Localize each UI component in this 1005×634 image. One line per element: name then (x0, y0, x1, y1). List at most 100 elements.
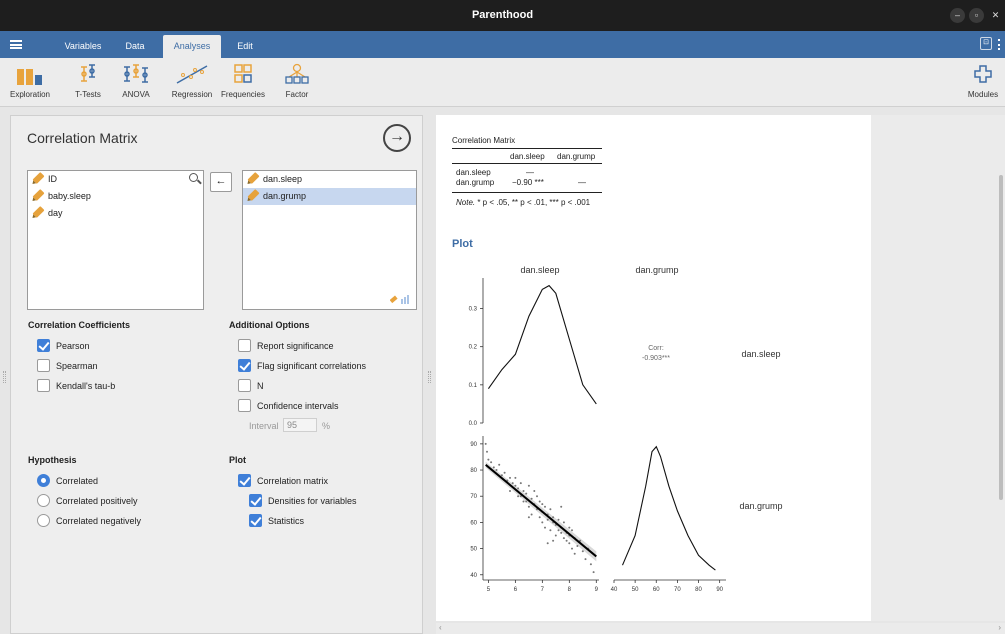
x-tick-label: 50 (632, 587, 639, 593)
results-mode-icon[interactable]: ⊡ (980, 37, 992, 50)
middle-splitter-handle[interactable] (428, 371, 431, 383)
column-label: dan.sleep (520, 265, 559, 275)
additional-options-heading: Additional Options (229, 320, 310, 330)
correlated-radio[interactable]: Correlated (37, 474, 98, 488)
scatter-point (576, 545, 579, 547)
scatter-point (557, 518, 560, 521)
statistics-checkbox[interactable]: Statistics (249, 514, 304, 528)
scatter-point (509, 476, 511, 479)
variable-item[interactable]: dan.sleep (243, 171, 416, 188)
correlated-negatively-radio[interactable]: Correlated negatively (37, 514, 141, 528)
left-splitter-handle[interactable] (3, 371, 6, 383)
selected-variables-list[interactable]: dan.sleep dan.grump (242, 170, 417, 310)
y-tick-label: 0.2 (469, 345, 478, 351)
toolbar-t-tests[interactable]: T-Tests (70, 63, 106, 99)
scatter-point (560, 531, 563, 534)
maximize-icon[interactable]: ▫ (969, 8, 984, 23)
densities-checkbox[interactable]: Densities for variables (249, 494, 357, 508)
table-col-header: dan.grump (557, 152, 596, 161)
scatter-point (530, 513, 533, 516)
toolbar-anova[interactable]: ANOVA (118, 63, 154, 99)
density-curve-dan-sleep (487, 284, 597, 405)
pearson-checkbox[interactable]: Pearson (37, 339, 90, 353)
source-variables-list[interactable]: ID baby.sleep day (27, 170, 204, 310)
flag-significant-checkbox[interactable]: Flag significant correlations (238, 359, 366, 373)
scatter-point (592, 571, 595, 574)
results-panel: Correlation Matrix dan.sleep dan.grump d… (436, 115, 871, 621)
scatter-point (486, 450, 488, 453)
scatter-point (544, 505, 546, 508)
scatter-point (557, 529, 560, 532)
spearman-checkbox[interactable]: Spearman (37, 359, 98, 373)
results-horizontal-scrollbar[interactable]: ‹ › (436, 623, 1005, 634)
toolbar-regression[interactable]: Regression (168, 63, 216, 99)
scale-variable-icon (32, 171, 45, 185)
interval-input[interactable]: 95 (283, 418, 317, 432)
scatter-point (552, 539, 555, 542)
report-significance-checkbox[interactable]: Report significance (238, 339, 334, 353)
scatter-point (484, 442, 487, 445)
scatter-point (490, 461, 493, 464)
table-note: Note. * p < .05, ** p < .01, *** p < .00… (456, 198, 591, 207)
plot-heading: Plot (452, 238, 473, 250)
scatter-point (568, 526, 571, 529)
close-icon[interactable]: ✕ (988, 8, 1003, 23)
scatter-point (503, 471, 506, 474)
scatter-point (536, 495, 538, 498)
scatter-point (560, 505, 563, 508)
toolbar-modules[interactable]: Modules (964, 63, 1002, 99)
confidence-intervals-checkbox[interactable]: Confidence intervals (238, 399, 339, 413)
scatter-point (546, 542, 549, 545)
title-bar: Parenthood – ▫ ✕ (0, 0, 1005, 31)
ribbon-tabs: Variables Data Analyses Edit ⊡ (0, 31, 1005, 58)
scatter-point (517, 495, 520, 498)
scatter-point (554, 534, 557, 537)
x-tick-label: 5 (487, 587, 491, 593)
move-variables-button[interactable]: ← (210, 172, 232, 192)
x-tick-label: 7 (541, 587, 545, 593)
tab-variables[interactable]: Variables (53, 35, 113, 58)
toolbar-factor[interactable]: Factor (280, 63, 314, 99)
window-title: Parenthood (471, 9, 534, 21)
hamburger-menu-icon[interactable] (10, 40, 22, 49)
scatter-point (527, 516, 530, 519)
scatter-point (530, 497, 533, 500)
table-row-label: dan.sleep (456, 168, 491, 177)
factor-icon (284, 63, 310, 85)
scatter-point (541, 503, 544, 506)
scatter-point (562, 521, 565, 524)
correlation-matrix-checkbox[interactable]: Correlation matrix (238, 474, 328, 488)
n-checkbox[interactable]: N (238, 379, 264, 393)
tab-edit[interactable]: Edit (228, 35, 262, 58)
tab-data[interactable]: Data (117, 35, 153, 58)
scatter-point (525, 500, 528, 503)
variable-item[interactable]: baby.sleep (28, 188, 203, 205)
run-analysis-button[interactable]: → (383, 124, 411, 152)
scatter-point (500, 474, 503, 477)
scroll-right-icon[interactable]: › (998, 623, 1001, 632)
hypothesis-heading: Hypothesis (28, 455, 77, 465)
scatter-point (544, 526, 546, 529)
scatter-point (511, 482, 514, 485)
toolbar-exploration[interactable]: Exploration (4, 63, 56, 99)
exploration-icon (15, 63, 45, 85)
variable-item[interactable]: dan.grump (243, 188, 416, 205)
variable-item[interactable]: ID (28, 171, 203, 188)
column-label: dan.grump (635, 265, 678, 275)
scatter-point (527, 484, 530, 487)
kendall-checkbox[interactable]: Kendall's tau-b (37, 379, 115, 393)
results-vertical-scrollbar[interactable] (999, 175, 1003, 500)
x-tick-label: 6 (514, 587, 518, 593)
correlated-positively-radio[interactable]: Correlated positively (37, 494, 138, 508)
variable-item[interactable]: day (28, 205, 203, 222)
interval-unit: % (322, 421, 331, 431)
scatter-point (519, 482, 522, 485)
x-tick-label: 80 (695, 587, 702, 593)
tab-analyses[interactable]: Analyses (163, 35, 221, 58)
scroll-left-icon[interactable]: ‹ (439, 623, 442, 632)
scatter-point (568, 542, 571, 545)
toolbar-frequencies[interactable]: Frequencies (220, 63, 266, 99)
more-options-icon[interactable] (998, 39, 1000, 50)
correlation-matrix-plot: dan.sleep dan.grump dan.sleep dan.grump … (469, 265, 783, 593)
minimize-icon[interactable]: – (950, 8, 965, 23)
